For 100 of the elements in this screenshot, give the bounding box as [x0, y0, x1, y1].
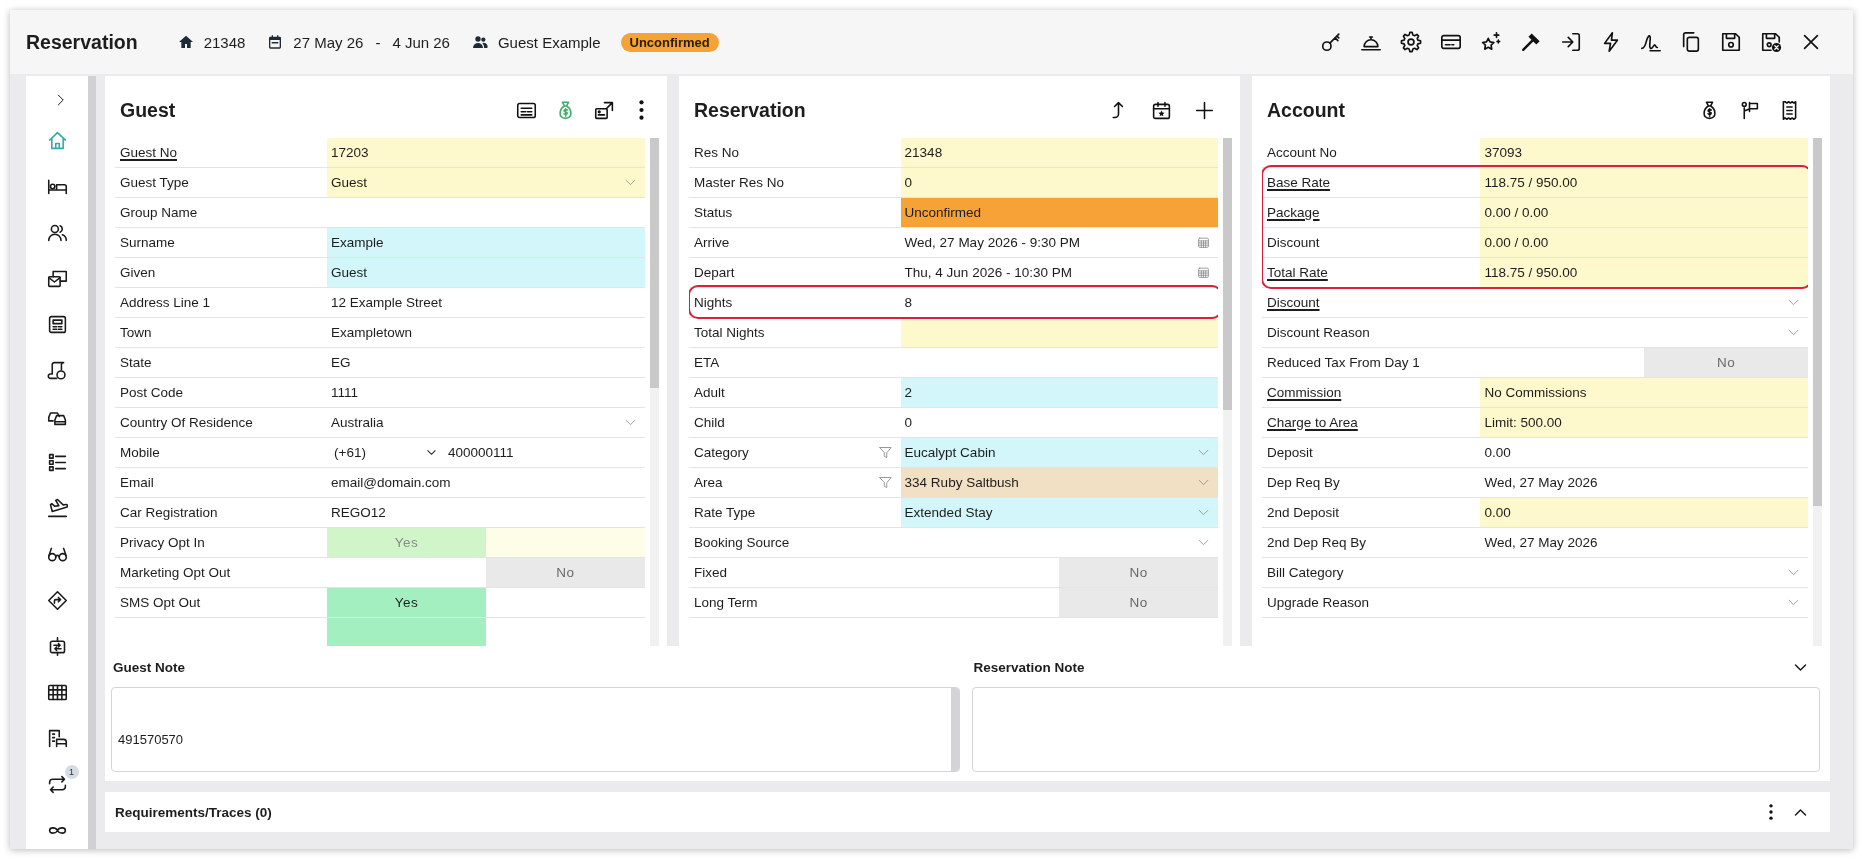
input-field[interactable]: 118.75 / 950.00: [1480, 258, 1808, 287]
input-field[interactable]: 2: [900, 378, 1218, 407]
calendar-icon[interactable]: [1197, 236, 1210, 249]
field-label: Adult: [694, 385, 725, 400]
field-label: Given: [120, 265, 156, 280]
note-label: Reservation Note: [973, 659, 1085, 675]
field-value: 8: [904, 295, 913, 310]
field-link[interactable]: Base Rate: [1267, 175, 1331, 190]
panel-title: Reservation: [694, 98, 806, 122]
input-field[interactable]: 0: [900, 168, 1218, 197]
field-label: Area: [694, 475, 723, 490]
sign-in-icon[interactable]: [1560, 31, 1582, 53]
field-link[interactable]: Commission: [1267, 385, 1342, 400]
flag-icon[interactable]: [1739, 99, 1760, 121]
field-link[interactable]: Package: [1267, 205, 1320, 220]
field-value: Thu, 4 Jun 2026 - 10:30 PM: [904, 265, 1072, 280]
field-label: Email: [120, 475, 154, 490]
select-field[interactable]: 334 Ruby Saltbush: [900, 468, 1218, 497]
field-value: Wed, 27 May 2026: [1484, 475, 1598, 490]
input-field[interactable]: 21348: [900, 138, 1218, 167]
sparkle-icon[interactable]: [1480, 31, 1502, 53]
save-icon[interactable]: [1720, 31, 1742, 53]
field-label: Privacy Opt In: [120, 535, 205, 550]
filter-icon[interactable]: [877, 445, 893, 460]
field-label: Deposit: [1267, 445, 1313, 460]
field-label: Account No: [1267, 145, 1337, 160]
field-label: Marketing Opt Out: [120, 565, 231, 580]
field-label: Discount: [1267, 235, 1320, 250]
field-label: Total Nights: [694, 325, 765, 340]
country-code[interactable]: (+61): [331, 445, 426, 460]
date-separator: -: [375, 33, 381, 51]
select-field[interactable]: Extended Stay: [900, 498, 1218, 527]
card-arrow-icon[interactable]: [594, 99, 615, 121]
input-field[interactable]: No Commissions: [1480, 378, 1808, 407]
field-label: Mobile: [120, 445, 160, 460]
checklist-icon[interactable]: [46, 451, 68, 473]
filter-icon[interactable]: [877, 475, 893, 490]
field-link[interactable]: Total Rate: [1267, 265, 1328, 280]
input-field[interactable]: Limit: 500.00: [1480, 408, 1808, 437]
key-icon[interactable]: [1320, 31, 1342, 53]
home-icon[interactable]: [46, 129, 68, 151]
input-field[interactable]: Unconfirmed: [900, 198, 1218, 227]
field-label: Car Registration: [120, 505, 218, 520]
field-label: Upgrade Reason: [1267, 595, 1370, 610]
field-value: EG: [331, 355, 351, 370]
window-title: Reservation: [26, 30, 138, 54]
plus-icon[interactable]: [1194, 99, 1215, 121]
scroll-coin-icon[interactable]: [46, 359, 68, 381]
field-label: SMS Opt Out: [120, 595, 201, 610]
calendar-star-icon[interactable]: [1151, 99, 1172, 121]
field-label: Category: [694, 445, 749, 460]
field-label: Bill Category: [1267, 565, 1344, 580]
field-link[interactable]: Guest No: [120, 145, 178, 160]
input-field[interactable]: 0.00: [1480, 498, 1808, 527]
home-icon: [177, 34, 194, 50]
field-label: Depart: [694, 265, 735, 280]
field-label: State: [120, 355, 152, 370]
input-field[interactable]: 0.00 / 0.00: [1480, 198, 1808, 227]
chevron-down-icon[interactable]: [426, 447, 437, 458]
notification-badge: 1: [64, 765, 79, 779]
field-value: REGO12: [331, 505, 386, 520]
plane-landing-icon[interactable]: [46, 497, 68, 519]
input-field[interactable]: 17203: [327, 138, 645, 167]
hammer-icon[interactable]: [1520, 31, 1542, 53]
settings-icon[interactable]: [1400, 31, 1422, 53]
field-label: Child: [694, 415, 725, 430]
field-value: Exampletown: [331, 325, 413, 340]
field-label: Post Code: [120, 385, 184, 400]
panel-title: Account: [1267, 98, 1345, 122]
more-icon[interactable]: [639, 100, 644, 120]
field-label: Town: [120, 325, 152, 340]
scrollbar-thumb[interactable]: [1223, 138, 1232, 410]
input-field[interactable]: 118.75 / 950.00: [1480, 168, 1808, 197]
field-value: Wed, 27 May 2026 - 9:30 PM: [904, 235, 1080, 250]
select-field[interactable]: Eucalypt Cabin: [900, 438, 1218, 467]
note-field[interactable]: [971, 687, 1820, 772]
scrollbar-thumb[interactable]: [650, 138, 659, 388]
departure-date: 4 Jun 26: [392, 33, 450, 51]
input-field[interactable]: Guest: [327, 258, 645, 287]
floppy-x-icon[interactable]: [1760, 31, 1782, 53]
field-link[interactable]: Discount: [1267, 295, 1320, 310]
input-field[interactable]: [900, 318, 1218, 347]
field-label: Booking Source: [694, 535, 790, 550]
field-label: 2nd Dep Req By: [1267, 535, 1367, 550]
building-bed-icon[interactable]: [46, 727, 68, 749]
reservation-number: 21348: [203, 33, 246, 51]
select-field[interactable]: Guest: [327, 168, 645, 197]
input-field[interactable]: 37093: [1480, 138, 1808, 167]
newspaper-icon[interactable]: [46, 313, 68, 335]
diamond-arrow-icon[interactable]: [46, 589, 68, 611]
calendar-icon[interactable]: [1197, 266, 1210, 279]
more-icon[interactable]: [1769, 804, 1773, 820]
note-label: Guest Note: [113, 659, 185, 675]
copy-icon[interactable]: [1680, 31, 1702, 53]
scrollbar-thumb[interactable]: [1813, 138, 1822, 506]
input-field[interactable]: Example: [327, 228, 645, 257]
input-field[interactable]: 0.00 / 0.00: [1480, 228, 1808, 257]
repeat-icon[interactable]: [46, 773, 68, 795]
field-link[interactable]: Charge to Area: [1267, 415, 1358, 430]
note-field[interactable]: 491570570: [111, 687, 960, 772]
